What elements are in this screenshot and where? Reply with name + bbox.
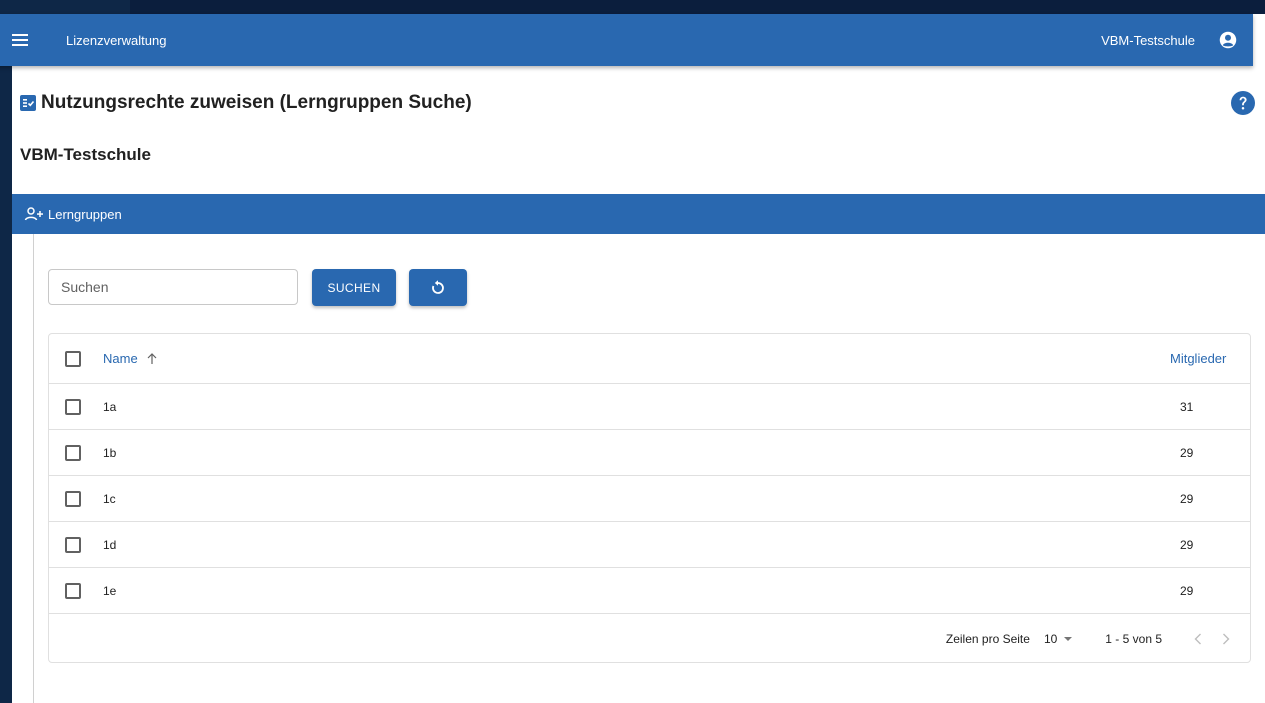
next-page-button[interactable] — [1216, 629, 1236, 649]
cell-name: 1a — [103, 399, 117, 414]
row-checkbox[interactable] — [65, 536, 81, 553]
column-header-name-label: Name — [103, 351, 138, 366]
section-divider — [33, 234, 34, 703]
cell-members: 29 — [1180, 537, 1194, 552]
assignment-check-icon — [20, 95, 36, 111]
school-name: VBM-Testschule — [1101, 32, 1195, 48]
rows-per-page-select[interactable]: 10 — [1044, 632, 1073, 646]
rows-per-page-label: Zeilen pro Seite — [945, 632, 1030, 646]
table-header-row: Name Mitglieder — [49, 334, 1250, 384]
rows-per-page-value: 10 — [1043, 632, 1058, 646]
person-add-icon — [24, 207, 43, 221]
help-circle-icon — [1231, 91, 1255, 115]
page-heading: Nutzungsrechte zuweisen (Lerngruppen Suc… — [20, 91, 472, 115]
account-button[interactable] — [1217, 29, 1239, 51]
dropdown-arrow-icon — [1064, 637, 1073, 641]
search-input[interactable] — [48, 269, 298, 305]
section-header-lerngruppen[interactable]: Lerngruppen — [12, 194, 1265, 234]
chevron-left-icon — [1194, 633, 1201, 645]
account-circle-icon — [1219, 31, 1237, 49]
cell-name: 1d — [103, 537, 117, 552]
row-checkbox[interactable] — [65, 444, 81, 461]
refresh-icon — [432, 279, 444, 294]
table-pagination: Zeilen pro Seite 10 1 - 5 von 5 — [49, 616, 1250, 662]
table-row[interactable]: 1a 31 — [49, 384, 1250, 430]
app-title: Lizenzverwaltung — [66, 32, 167, 48]
cell-name: 1c — [103, 491, 116, 506]
help-button[interactable] — [1231, 91, 1255, 115]
app-window: Nutzungsrechte zuweisen (Lerngruppen Suc… — [12, 14, 1265, 703]
cell-name: 1b — [103, 445, 117, 460]
lerngruppen-table: Name Mitglieder 1a 31 1b 29 1c 29 1d 29 … — [48, 333, 1251, 663]
column-header-name[interactable]: Name — [103, 351, 1170, 366]
cell-members: 29 — [1180, 445, 1194, 460]
menu-icon — [12, 34, 28, 46]
section-label: Lerngruppen — [48, 206, 122, 222]
table-row[interactable]: 1e 29 — [49, 568, 1250, 614]
school-heading: VBM-Testschule — [20, 145, 151, 164]
menu-button[interactable] — [0, 14, 52, 66]
app-bar: Lizenzverwaltung VBM-Testschule — [0, 14, 1253, 66]
desktop-backdrop — [0, 0, 12, 703]
reset-search-button[interactable] — [409, 269, 467, 306]
table-row[interactable]: 1c 29 — [49, 476, 1250, 522]
row-checkbox[interactable] — [65, 398, 81, 415]
cell-members: 29 — [1180, 583, 1194, 598]
select-all-checkbox[interactable] — [65, 350, 81, 367]
cell-name: 1e — [103, 583, 117, 598]
search-button[interactable]: SUCHEN — [312, 269, 396, 306]
chevron-right-icon — [1223, 633, 1230, 645]
cell-members: 31 — [1180, 399, 1194, 414]
pagination-range: 1 - 5 von 5 — [1105, 632, 1162, 646]
page-title: Nutzungsrechte zuweisen (Lerngruppen Suc… — [41, 92, 472, 113]
desktop-backdrop-top — [0, 0, 130, 14]
table-row[interactable]: 1d 29 — [49, 522, 1250, 568]
previous-page-button[interactable] — [1188, 629, 1208, 649]
table-row[interactable]: 1b 29 — [49, 430, 1250, 476]
column-header-members[interactable]: Mitglieder — [1170, 351, 1250, 366]
arrow-up-icon — [147, 352, 157, 364]
row-checkbox[interactable] — [65, 582, 81, 599]
cell-members: 29 — [1180, 491, 1194, 506]
row-checkbox[interactable] — [65, 490, 81, 507]
